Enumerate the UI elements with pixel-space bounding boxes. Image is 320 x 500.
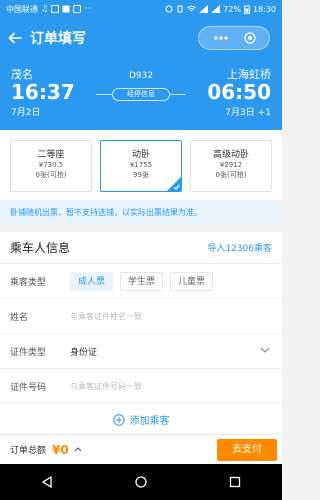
app-icon xyxy=(73,5,82,13)
id-type-select[interactable]: 身份证 xyxy=(70,345,97,358)
ticket-type-adult[interactable]: 成人票 xyxy=(70,271,114,291)
seat-name: 动卧 xyxy=(131,150,150,160)
seat-count: 0张(可抢) xyxy=(35,171,67,179)
close-miniapp-icon[interactable] xyxy=(243,32,256,44)
recent-apps-icon[interactable] xyxy=(229,476,241,488)
more-menu-icon[interactable] xyxy=(213,35,229,41)
id-number-input[interactable]: 与乘客证件号码一致 xyxy=(70,381,142,392)
add-passenger-label: 添加乘客 xyxy=(129,416,170,427)
seat-option-second-class[interactable]: 二等座 ¥730.5 0张(可抢) xyxy=(10,140,92,192)
name-label: 姓名 xyxy=(10,312,29,323)
more-icon: ··· xyxy=(84,4,92,13)
status-bar: 中国联通 ♫ ··· 72% 18:30 xyxy=(0,0,282,18)
ticket-type-student[interactable]: 学生票 xyxy=(120,271,164,291)
miniapp-capsule xyxy=(198,26,270,50)
back-button[interactable] xyxy=(0,18,30,58)
seat-price: ¥730.5 xyxy=(38,161,64,169)
vibrate-icon xyxy=(177,5,183,13)
pay-button[interactable]: 去支付 xyxy=(217,439,277,461)
plus-circle-icon xyxy=(112,413,125,426)
wifi-icon xyxy=(187,5,196,12)
seat-option-deluxe-sleeper[interactable]: 高级动卧 ¥2912 0张(可抢) xyxy=(190,140,272,192)
notice-banner: 卧铺随机出票，暂不支持选铺，以实际出票结果为准。 xyxy=(0,200,282,224)
checkout-bar: 订单总额 ¥0 去支付 xyxy=(0,434,282,464)
carrier-label: 中国联通 xyxy=(6,4,38,14)
import-passenger-link[interactable]: 导入12306乘客 xyxy=(207,241,272,254)
id-type-row[interactable]: 证件类型 身份证 xyxy=(0,334,282,369)
arrival-time: 06:50 xyxy=(207,80,271,104)
total-amount: ¥0 xyxy=(52,442,69,457)
seat-option-sleeper[interactable]: 动卧 ¥1755 99张 xyxy=(100,140,182,192)
home-nav-icon[interactable] xyxy=(135,476,147,488)
passenger-section: 乘车人信息 导入12306乘客 乘客类型 成人票 学生票 儿童票 姓名 与乘客证… xyxy=(0,232,282,434)
alarm-icon xyxy=(165,5,173,13)
page-title: 订单填写 xyxy=(30,31,86,47)
back-nav-icon[interactable] xyxy=(41,476,53,488)
app-header: 订单填写 xyxy=(0,18,282,58)
seat-name: 高级动卧 xyxy=(212,150,249,160)
notification-icon xyxy=(62,5,70,13)
add-passenger-button[interactable]: 添加乘客 xyxy=(0,404,282,435)
arrival-date-text: 7月3日 xyxy=(225,108,255,118)
signal-icon xyxy=(199,5,209,13)
seat-name: 二等座 xyxy=(37,150,65,160)
passenger-type-label: 乘客类型 xyxy=(10,277,47,288)
departure-time: 16:37 xyxy=(11,80,75,104)
ticket-type-child[interactable]: 儿童票 xyxy=(170,271,214,291)
id-type-label: 证件类型 xyxy=(10,347,47,358)
signal-icon-2 xyxy=(211,5,221,13)
battery-percent: 72% xyxy=(223,4,241,14)
arrival-date: 7月3日 +1 xyxy=(225,105,271,118)
total-label: 订单总额 xyxy=(10,446,47,456)
chevron-up-icon[interactable] xyxy=(74,447,82,452)
seat-price: ¥1755 xyxy=(129,161,153,169)
day-offset: +1 xyxy=(257,108,271,118)
music-icon: ♫ xyxy=(41,4,49,13)
departure-date: 7月2日 xyxy=(11,108,41,118)
name-row[interactable]: 姓名 与乘客证件姓名一致 xyxy=(0,299,282,334)
seat-count: 0张(可抢) xyxy=(215,171,247,179)
passenger-title: 乘车人信息 xyxy=(10,241,71,255)
name-input[interactable]: 与乘客证件姓名一致 xyxy=(70,311,142,322)
seat-options: 二等座 ¥730.5 0张(可抢) 动卧 ¥1755 99张 高级动卧 ¥291… xyxy=(0,130,282,200)
back-arrow-icon xyxy=(8,32,22,44)
seat-price: ¥2912 xyxy=(219,161,243,169)
passenger-type-row: 乘客类型 成人票 学生票 儿童票 xyxy=(0,264,282,299)
image-icon xyxy=(51,5,60,13)
selected-check-icon xyxy=(167,177,181,191)
timetable-button[interactable]: 经停信息 xyxy=(112,88,170,101)
chevron-down-icon xyxy=(260,347,270,353)
passenger-header: 乘车人信息 导入12306乘客 xyxy=(0,232,282,264)
clock: 18:30 xyxy=(252,4,276,14)
id-number-label: 证件号码 xyxy=(10,382,47,393)
battery-icon xyxy=(243,5,250,14)
train-info: 茂名 16:37 7月2日 D932 经停信息 上海虹桥 06:50 7月3日 +… xyxy=(0,58,282,130)
id-number-row[interactable]: 证件号码 与乘客证件号码一致 xyxy=(0,369,282,404)
system-nav-bar xyxy=(0,464,282,500)
